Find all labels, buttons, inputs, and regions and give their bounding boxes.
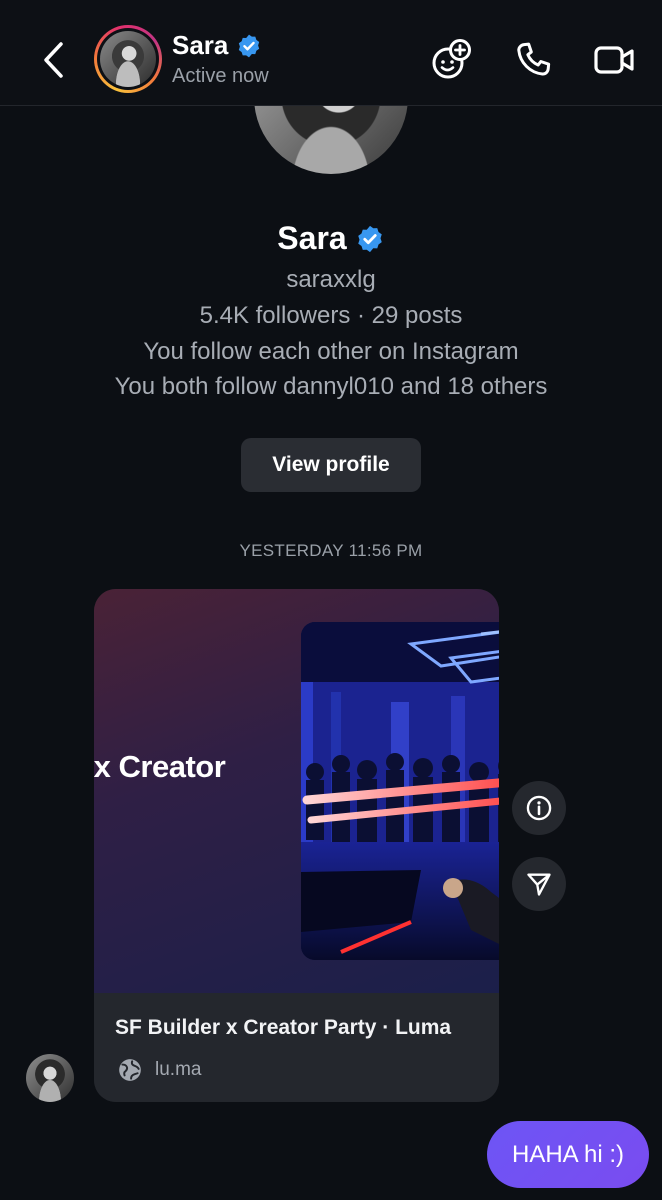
effects-button[interactable] xyxy=(429,37,475,83)
profile-name: Sara xyxy=(0,220,662,257)
chat-header: Sara Active now xyxy=(0,0,662,106)
header-contact[interactable]: Sara xyxy=(172,30,262,61)
view-profile-button[interactable]: View profile xyxy=(241,438,421,492)
phone-icon xyxy=(517,42,551,76)
chat-screen: Sara Active now Sara saraxxlg 5.4K follo… xyxy=(0,0,662,1200)
globe-icon xyxy=(119,1059,141,1081)
link-preview-card[interactable]: r x Creator xyxy=(94,589,499,1102)
active-status: Active now xyxy=(172,65,269,87)
verified-badge-icon xyxy=(239,34,260,57)
info-button[interactable] xyxy=(512,781,566,835)
avatar-photo xyxy=(100,31,156,87)
call-button[interactable] xyxy=(510,37,556,83)
chevron-left-icon xyxy=(44,42,63,78)
party-photo xyxy=(301,622,499,960)
emoji-plus-icon xyxy=(432,39,471,79)
link-preview-banner-text: r x Creator xyxy=(94,749,226,784)
outgoing-message-bubble[interactable]: HAHA hi :) xyxy=(487,1121,649,1188)
profile-name-text: Sara xyxy=(277,220,347,256)
outgoing-message-text: HAHA hi :) xyxy=(511,1140,625,1168)
share-button[interactable] xyxy=(512,857,566,911)
link-title: SF Builder x Creator Party · Luma xyxy=(115,1016,452,1039)
header-contact-name: Sara xyxy=(172,30,229,60)
link-preview-image: r x Creator xyxy=(94,589,499,993)
header-avatar[interactable] xyxy=(94,25,162,93)
sender-avatar[interactable] xyxy=(26,1054,74,1102)
video-call-button[interactable] xyxy=(591,37,637,83)
link-preview-footer: SF Builder x Creator Party · Luma lu.ma xyxy=(94,993,499,1102)
verified-badge-icon xyxy=(357,225,382,252)
follow-relation: You follow each other on Instagram xyxy=(143,338,519,365)
link-source: lu.ma xyxy=(117,1057,201,1083)
mutual-followers: You both follow dannyl010 and 18 others xyxy=(114,373,548,400)
send-icon xyxy=(527,873,551,896)
profile-stats: 5.4K followers · 29 posts xyxy=(199,302,463,329)
info-icon xyxy=(526,795,552,821)
message-timestamp: YESTERDAY 11:56 PM xyxy=(239,541,423,560)
profile-username: saraxxlg xyxy=(286,266,376,293)
back-button[interactable] xyxy=(36,38,70,82)
link-domain: lu.ma xyxy=(155,1059,202,1080)
video-camera-icon xyxy=(594,46,634,74)
party-scene xyxy=(301,622,499,960)
